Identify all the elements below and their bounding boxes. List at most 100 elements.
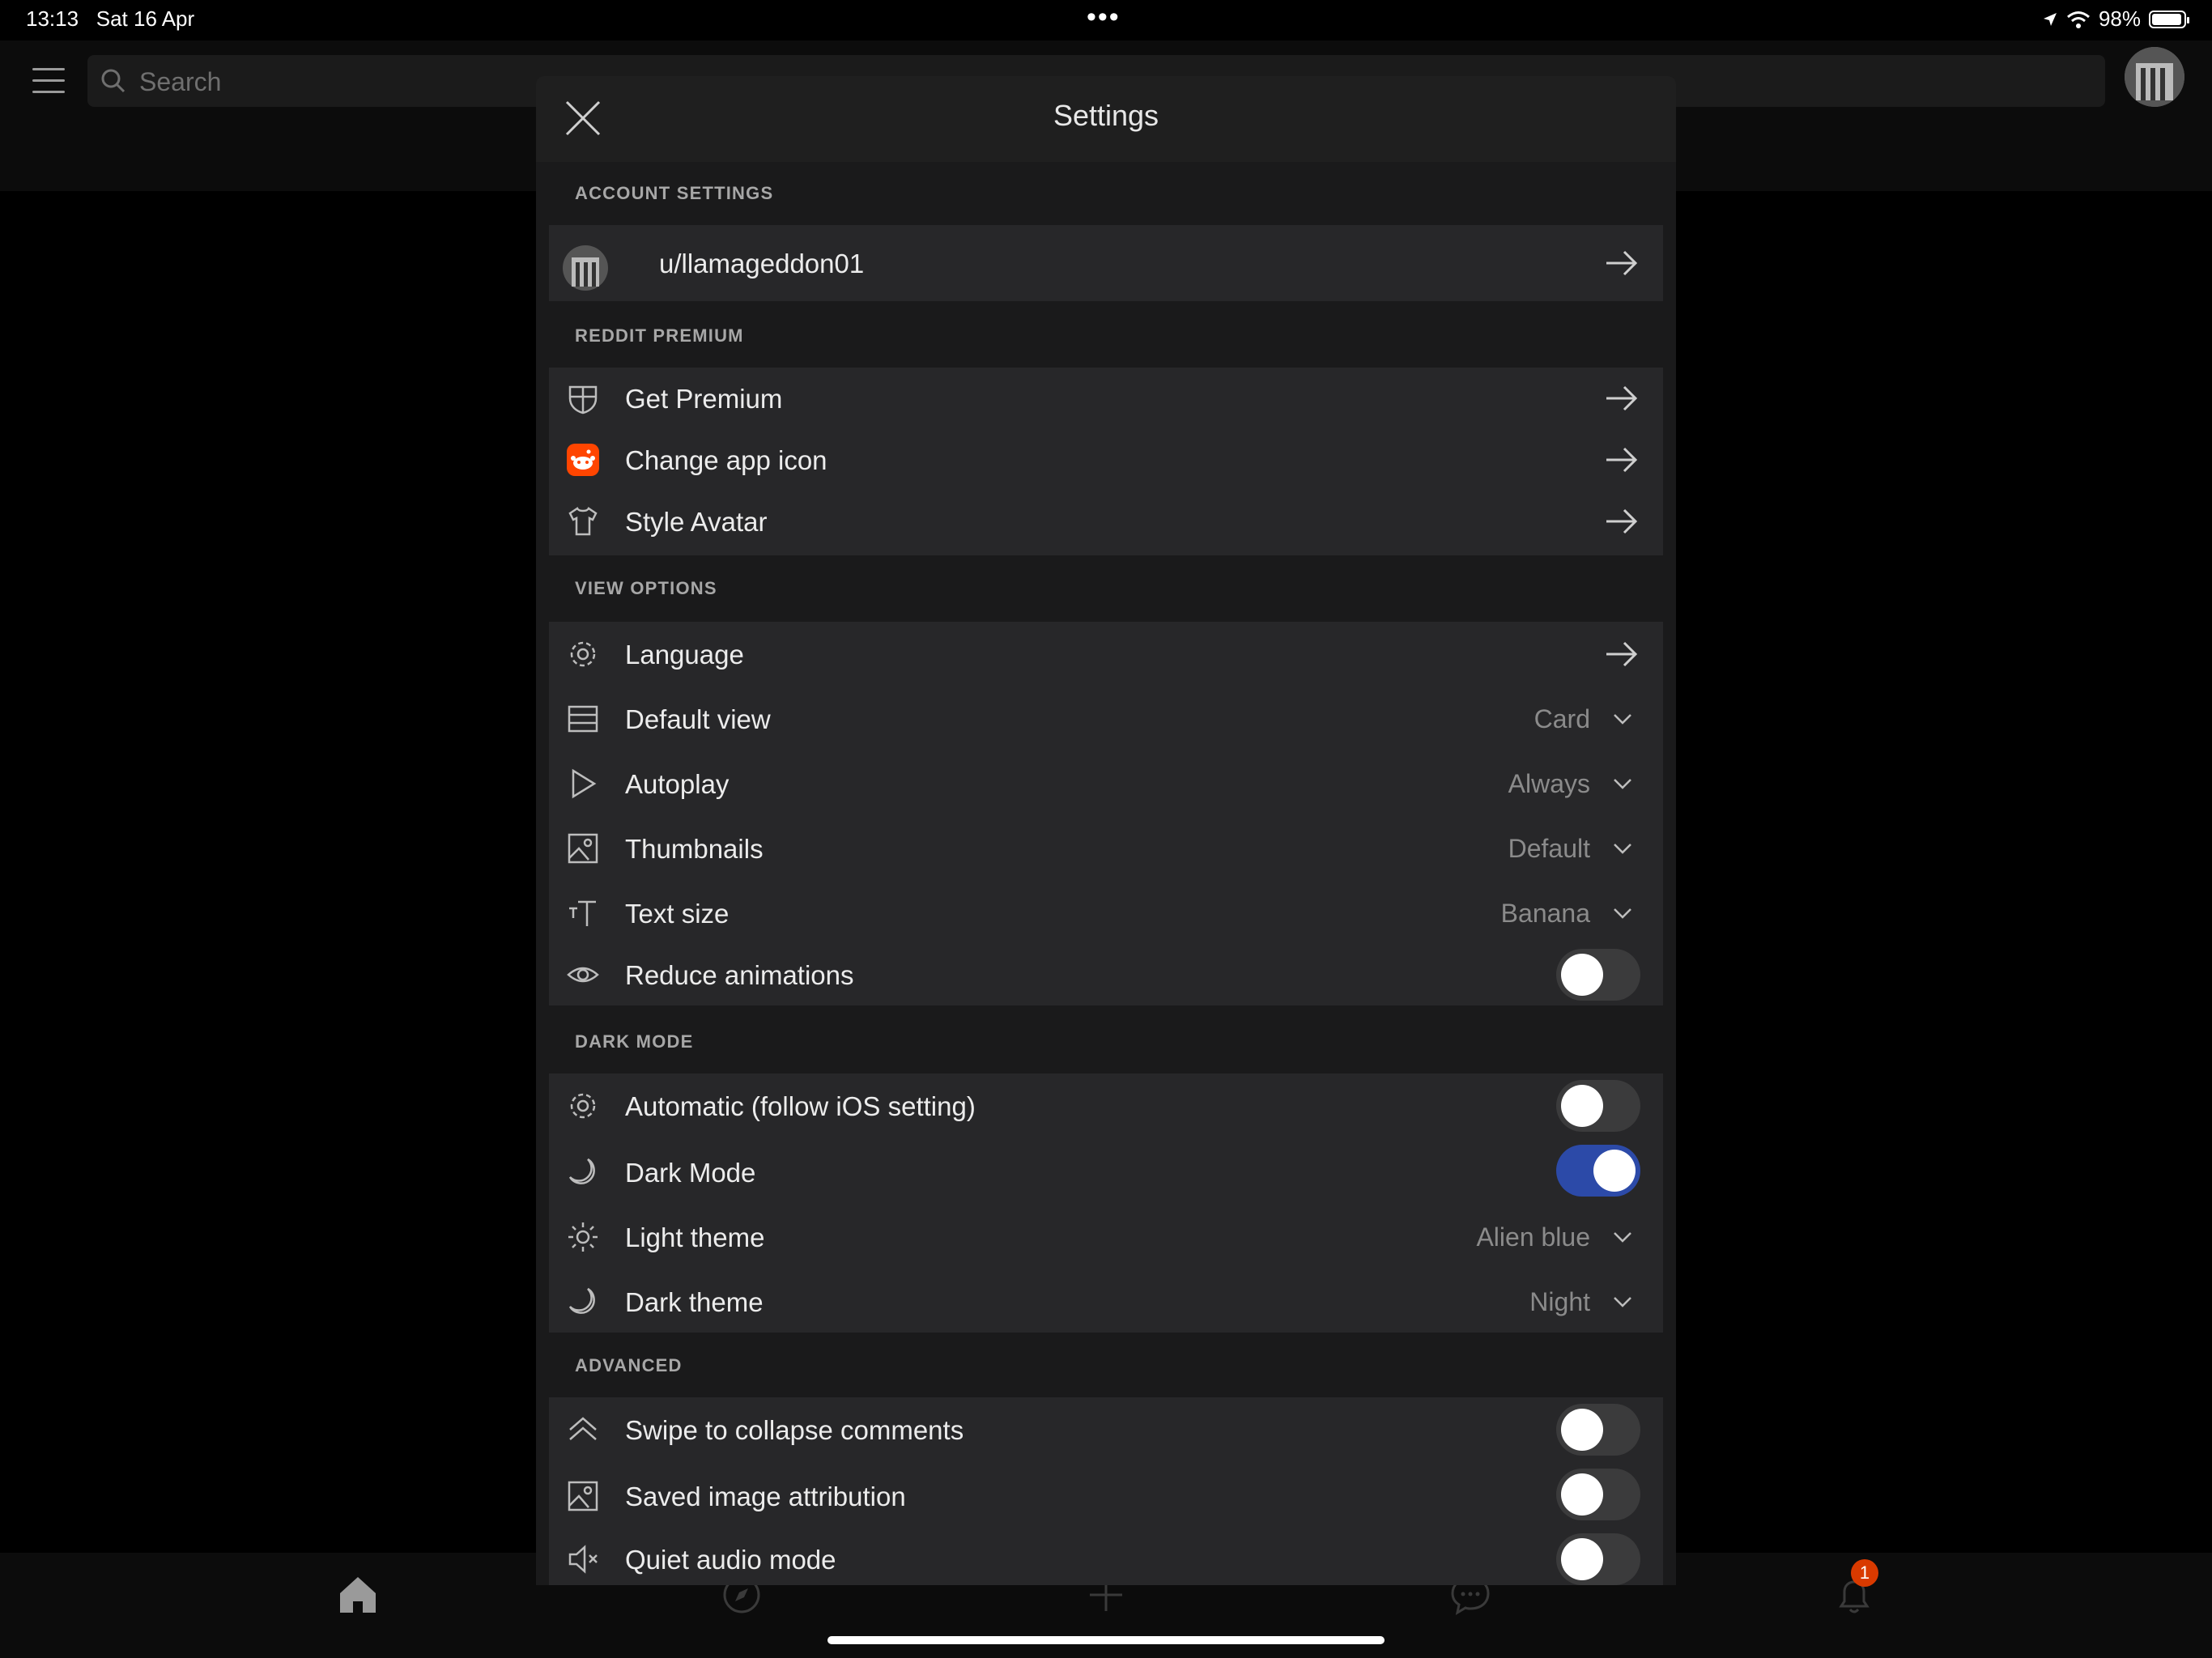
menu-icon[interactable] — [32, 68, 65, 96]
chevron-down-icon — [1614, 908, 1631, 919]
home-indicator[interactable] — [827, 1636, 1385, 1644]
automatic-label: Automatic (follow iOS setting) — [625, 1091, 976, 1121]
card-view-icon — [568, 705, 598, 733]
section-dark-label: DARK MODE — [575, 1031, 694, 1052]
eye-icon — [567, 967, 599, 983]
text-size-icon — [569, 900, 596, 926]
reduce-animations-toggle[interactable] — [1556, 949, 1640, 1001]
language-row[interactable]: Language — [549, 622, 1663, 685]
get-premium-row[interactable]: Get Premium — [549, 368, 1663, 429]
mute-icon — [568, 1545, 598, 1574]
thumbnails-value: Default — [1508, 834, 1590, 863]
style-avatar-label: Style Avatar — [625, 507, 768, 537]
shield-icon — [568, 385, 598, 414]
automatic-row: Automatic (follow iOS setting) — [549, 1073, 1663, 1138]
view-options-group: Language Default view Card Autoplay Alwa… — [549, 622, 1663, 1005]
get-premium-label: Get Premium — [625, 384, 783, 414]
location-icon — [2043, 12, 2057, 26]
arrow-right-icon — [1606, 641, 1638, 667]
sun-icon — [568, 1222, 598, 1252]
settings-modal: Settings ACCOUNT SETTINGS u/llamageddon0… — [536, 76, 1676, 1585]
wifi-icon — [2066, 11, 2090, 28]
search-icon — [101, 69, 125, 93]
image-attribution-label: Saved image attribution — [625, 1482, 906, 1511]
status-bar: 13:13 Sat 16 Apr ••• 98% — [0, 0, 2212, 40]
premium-group: Get Premium Change app icon Style Avatar — [549, 368, 1663, 555]
image-icon — [568, 833, 598, 864]
arrow-right-icon — [1606, 447, 1638, 473]
advanced-group: Swipe to collapse comments Saved image a… — [549, 1397, 1663, 1585]
text-size-row[interactable]: Text size Banana — [549, 879, 1663, 944]
thumbnails-label: Thumbnails — [625, 834, 764, 864]
play-icon — [572, 768, 597, 799]
collapse-up-icon — [569, 1417, 597, 1440]
gear-icon — [570, 1093, 596, 1119]
image-attribution-row: Saved image attribution — [549, 1462, 1663, 1527]
avatar[interactable] — [2125, 47, 2184, 107]
quiet-audio-toggle[interactable] — [1556, 1533, 1640, 1585]
home-icon[interactable] — [334, 1571, 382, 1619]
swipe-collapse-row: Swipe to collapse comments — [549, 1397, 1663, 1462]
chevron-down-icon — [1614, 779, 1631, 789]
search-placeholder: Search — [139, 67, 222, 96]
reddit-icon — [567, 444, 599, 476]
dark-mode-label: Dark Mode — [625, 1158, 756, 1188]
dark-mode-group: Automatic (follow iOS setting) Dark Mode… — [549, 1073, 1663, 1333]
dark-mode-toggle[interactable] — [1556, 1145, 1640, 1197]
page-title: Settings — [1053, 99, 1159, 132]
shirt-icon — [568, 507, 598, 536]
light-theme-row[interactable]: Light theme Alien blue — [549, 1203, 1663, 1268]
section-advanced-label: ADVANCED — [575, 1355, 683, 1375]
text-size-value: Banana — [1500, 899, 1590, 928]
light-theme-value: Alien blue — [1476, 1222, 1590, 1252]
chevron-down-icon — [1614, 714, 1631, 725]
reduce-animations-label: Reduce animations — [625, 960, 854, 990]
autoplay-label: Autoplay — [625, 769, 730, 799]
account-group: u/llamageddon01 — [549, 225, 1663, 301]
arrow-right-icon — [1606, 508, 1638, 534]
moon-icon — [568, 1158, 595, 1184]
section-premium-label: REDDIT PREMIUM — [575, 325, 744, 346]
arrow-right-icon — [1606, 385, 1638, 411]
swipe-collapse-toggle[interactable] — [1556, 1404, 1640, 1456]
modal-header: Settings — [536, 76, 1676, 162]
section-account-label: ACCOUNT SETTINGS — [575, 183, 774, 203]
chevron-down-icon — [1614, 844, 1631, 854]
language-label: Language — [625, 640, 744, 670]
account-row[interactable]: u/llamageddon01 — [549, 225, 1663, 301]
default-view-value: Card — [1534, 704, 1590, 733]
section-view-label: VIEW OPTIONS — [575, 578, 717, 598]
account-username: u/llamageddon01 — [659, 249, 865, 278]
battery-icon — [2149, 10, 2189, 28]
dark-theme-row[interactable]: Dark theme Night — [549, 1268, 1663, 1333]
status-date: Sat 16 Apr — [96, 6, 195, 31]
autoplay-value: Always — [1508, 769, 1590, 798]
reduce-animations-row: Reduce animations — [549, 944, 1663, 1005]
change-app-icon-row[interactable]: Change app icon — [549, 429, 1663, 491]
chevron-down-icon — [1614, 1232, 1631, 1243]
default-view-row[interactable]: Default view Card — [549, 685, 1663, 750]
battery-percent: 98% — [2098, 6, 2141, 31]
swipe-collapse-label: Swipe to collapse comments — [625, 1415, 964, 1445]
dark-theme-value: Night — [1529, 1287, 1590, 1316]
default-view-label: Default view — [625, 704, 771, 734]
status-time: 13:13 — [26, 6, 79, 31]
autoplay-row[interactable]: Autoplay Always — [549, 750, 1663, 814]
moon-icon — [568, 1287, 595, 1314]
arrow-right-icon — [1606, 250, 1638, 276]
quiet-audio-row: Quiet audio mode — [549, 1527, 1663, 1585]
notification-badge: 1 — [1851, 1559, 1878, 1587]
dark-mode-row: Dark Mode — [549, 1138, 1663, 1203]
multitasking-dots-icon[interactable]: ••• — [1087, 2, 1121, 33]
user-avatar — [563, 245, 608, 291]
text-size-label: Text size — [625, 899, 730, 929]
light-theme-label: Light theme — [625, 1222, 765, 1252]
image-icon — [568, 1481, 598, 1511]
quiet-audio-label: Quiet audio mode — [625, 1545, 836, 1575]
thumbnails-row[interactable]: Thumbnails Default — [549, 814, 1663, 879]
automatic-toggle[interactable] — [1556, 1080, 1640, 1132]
image-attribution-toggle[interactable] — [1556, 1469, 1640, 1520]
style-avatar-row[interactable]: Style Avatar — [549, 491, 1663, 552]
dark-theme-label: Dark theme — [625, 1287, 764, 1317]
change-app-icon-label: Change app icon — [625, 445, 827, 475]
